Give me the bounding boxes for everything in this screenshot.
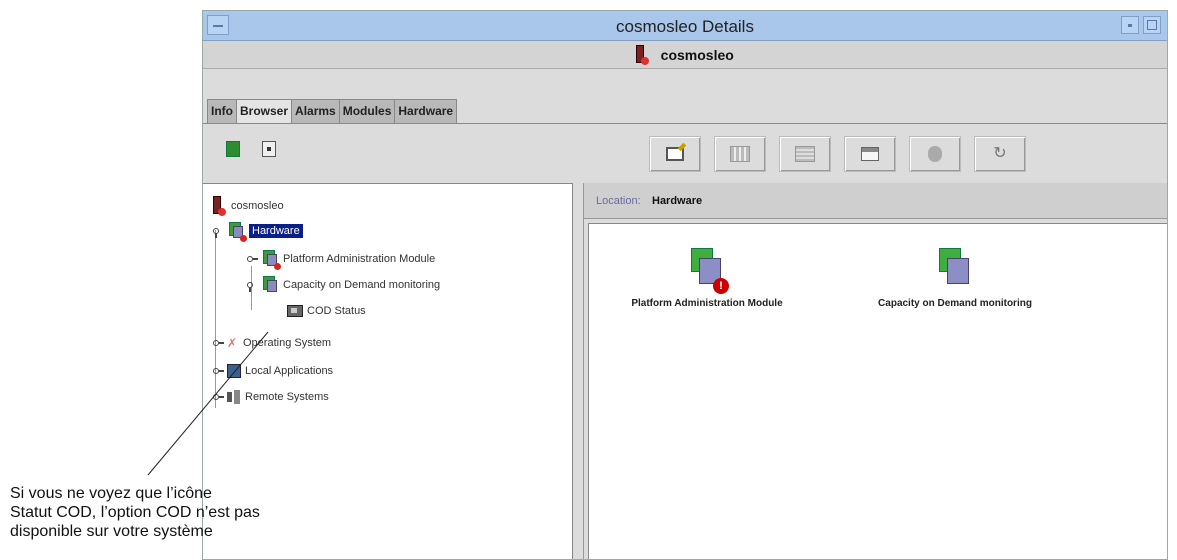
annotation-line-1: Si vous ne voyez que l’icône — [10, 485, 212, 502]
callout-line — [147, 331, 269, 476]
annotation-text: Si vous ne voyez que l’icône Statut COD,… — [10, 484, 260, 541]
annotation-line-2: Statut COD, l’option COD n’est pas — [10, 504, 260, 521]
annotation-line-3: disponible sur votre système — [10, 523, 213, 540]
